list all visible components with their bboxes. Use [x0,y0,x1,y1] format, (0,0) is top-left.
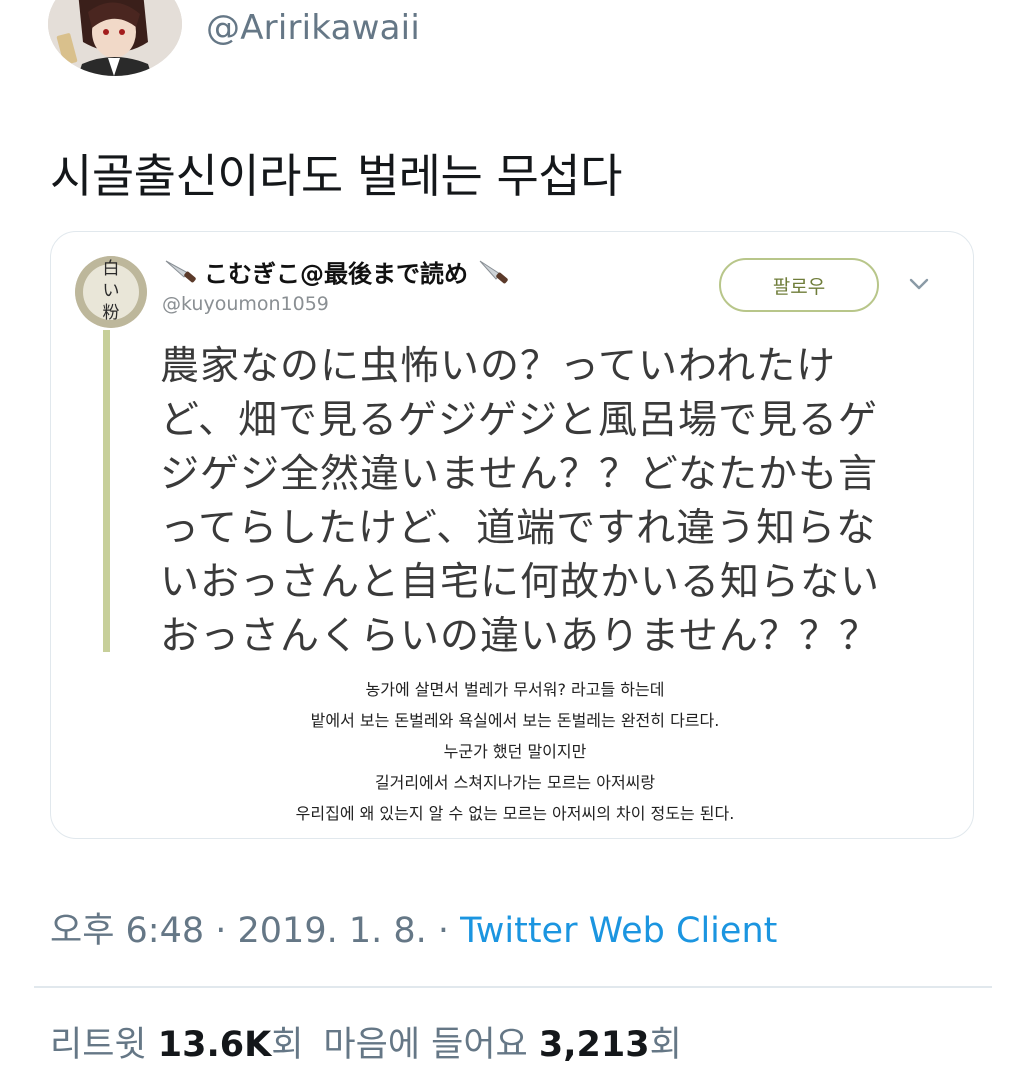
divider [34,986,992,988]
tweet-text: 시골출신이라도 벌레는 무섭다 [50,149,622,203]
translation-line: 우리집에 왜 있는지 알 수 없는 모르는 아저씨의 차이 정도는 된다. [295,804,735,823]
quoted-body-line: ジゲジ全然違いません？？どなたかも言 [160,452,879,497]
client-link[interactable]: Twitter Web Client [460,911,777,951]
author-handle[interactable]: @Aririkawaii [206,8,420,48]
tweet-stats: 리트윗 13.6K회 마음에 들어요 3,213회 [50,1016,682,1067]
quoted-display-name[interactable]: こむぎこ@最後まで読め [204,254,468,289]
knife-icon [165,260,196,282]
author-avatar[interactable] [48,0,182,76]
quoted-body: 農家なのに虫怖いの？っていわれたけ ど、畑で見るゲジゲジと風呂場で見るゲ ジゲジ… [160,340,940,664]
quoted-body-line: おっさんくらいの違いありません？？？ [160,614,879,659]
translation-text: 농가에 살면서 벌레가 무서워? 라고들 하는데 밭에서 보는 돈벌레와 욕실에… [170,674,860,829]
quoted-body-line: ってらしたけど、道端ですれ違う知らな [160,506,877,551]
retweet-count: 13.6K [157,1025,272,1065]
knife-icon [479,260,508,283]
tweet-time[interactable]: 오후 6:48 [50,911,204,951]
likes-stat[interactable]: 마음에 들어요 3,213회 [323,1025,681,1065]
like-label: 마음에 들어요 [323,1025,539,1065]
separator: · [204,911,238,951]
quoted-avatar-text: 白い粉 [102,259,120,323]
retweet-label: 리트윗 [50,1025,158,1065]
quoted-body-line: 農家なのに虫怖いの？っていわれたけ [160,344,837,389]
quoted-body-line: ど、畑で見るゲジゲジと風呂場で見るゲ [160,398,879,443]
retweet-suffix: 회 [271,1025,304,1065]
quote-bar [103,330,110,652]
separator: · [426,911,461,951]
chevron-down-icon[interactable] [905,274,933,294]
translation-line: 밭에서 보는 돈벌레와 욕실에서 보는 돈벌레는 완전히 다르다. [310,711,720,730]
retweets-stat[interactable]: 리트윗 13.6K회 [50,1025,303,1065]
translation-line: 길거리에서 스쳐지나가는 모르는 아저씨랑 [374,773,656,792]
tweet-timestamp: 오후 6:48 · 2019. 1. 8. · Twitter Web Clie… [50,902,777,953]
translation-line: 누군가 했던 말이지만 [443,742,587,761]
quoted-name-row[interactable]: こむぎこ@最後まで読め [162,254,510,289]
anime-character-avatar-icon [48,0,182,76]
tweet-date[interactable]: 2019. 1. 8. [238,911,427,951]
like-suffix: 회 [649,1025,682,1065]
like-count: 3,213 [538,1025,650,1065]
translation-line: 농가에 살면서 벌레가 무서워? 라고들 하는데 [365,680,665,699]
quoted-body-line: いおっさんと自宅に何故かいる知らない [160,560,881,605]
follow-button[interactable]: 팔로우 [719,258,879,312]
quoted-handle[interactable]: @kuyoumon1059 [162,293,329,315]
